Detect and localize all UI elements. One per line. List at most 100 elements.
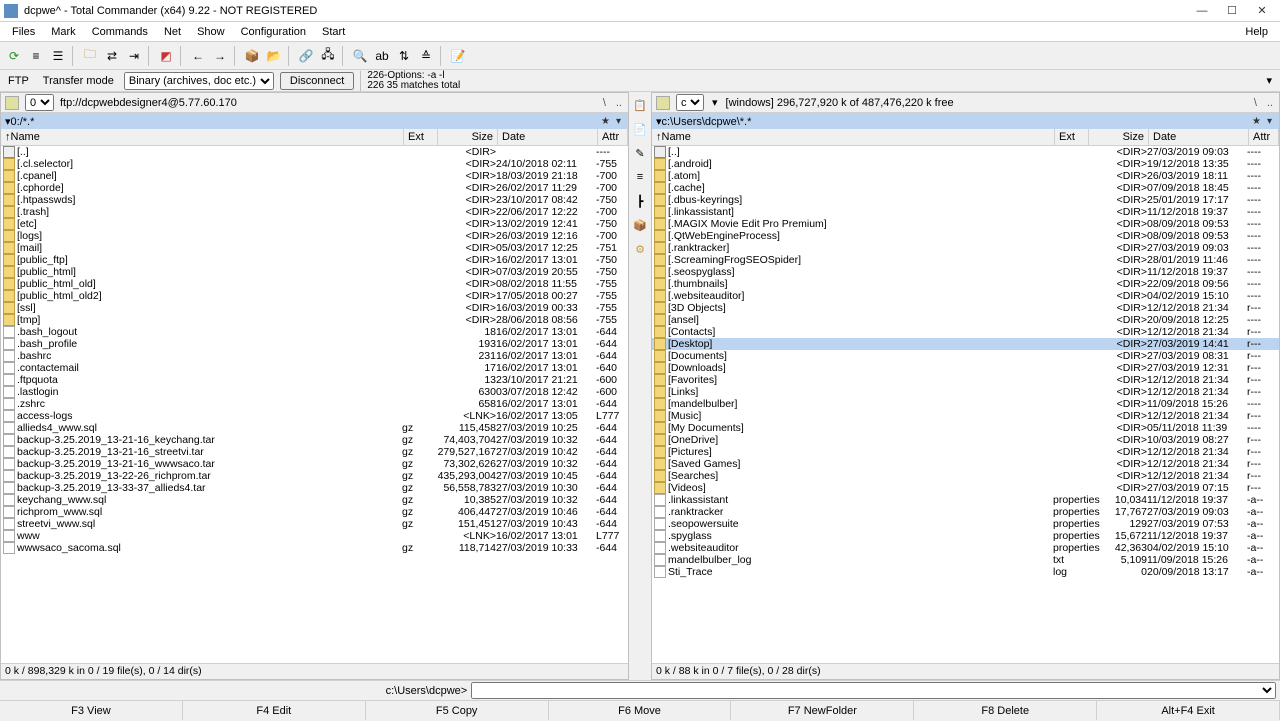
right-column-headers[interactable]: ↑Name Ext Size Date Attr (652, 129, 1279, 146)
file-row[interactable]: [.dbus-keyrings]<DIR>25/01/2019 17:17---… (652, 194, 1279, 206)
file-row[interactable]: [.ScreamingFrogSEOSpider]<DIR>28/01/2019… (652, 254, 1279, 266)
file-row[interactable]: [Searches]<DIR>12/12/2018 21:34r--- (652, 470, 1279, 482)
file-row[interactable]: [3D Objects]<DIR>12/12/2018 21:34r--- (652, 302, 1279, 314)
transfer-mode-select[interactable]: Binary (archives, doc etc.) (124, 72, 274, 90)
history-icon[interactable]: ▾ (613, 116, 624, 127)
file-row[interactable]: [logs]<DIR>26/03/2019 12:16-700 (1, 230, 628, 242)
file-row[interactable]: .seopowersuiteproperties12927/03/2019 07… (652, 518, 1279, 530)
file-row[interactable]: wwwsaco_sacoma.sqlgz118,71427/03/2019 10… (1, 542, 628, 554)
file-row[interactable]: access-logs<LNK>16/02/2017 13:05L777 (1, 410, 628, 422)
fkey-alt+f4[interactable]: Alt+F4 Exit (1097, 701, 1280, 720)
file-row[interactable]: Sti_Tracelog020/09/2018 13:17-a-- (652, 566, 1279, 578)
col-size[interactable]: Size (438, 129, 498, 145)
ftp-new-icon[interactable]: 🖧 (318, 46, 338, 66)
menu-start[interactable]: Start (314, 24, 353, 40)
file-row[interactable]: [.seospyglass]<DIR>11/12/2018 19:37---- (652, 266, 1279, 278)
file-row[interactable]: [Videos]<DIR>27/03/2019 07:15r--- (652, 482, 1279, 494)
file-row[interactable]: [.cl.selector]<DIR>24/10/2018 02:11-755 (1, 158, 628, 170)
unpack-icon[interactable]: 📂 (264, 46, 284, 66)
file-row[interactable]: .bash_logout1816/02/2017 13:01-644 (1, 326, 628, 338)
favorites-icon[interactable]: ★ (1249, 116, 1264, 127)
ftp-dropdown-icon[interactable]: ▾ (1262, 74, 1276, 87)
fkey-f7[interactable]: F7 NewFolder (731, 701, 914, 720)
compare-icon[interactable]: ≙ (416, 46, 436, 66)
col-name[interactable]: ↑Name (652, 129, 1055, 145)
swap-icon[interactable]: ⇄ (102, 46, 122, 66)
fkey-f8[interactable]: F8 Delete (914, 701, 1097, 720)
file-row[interactable]: [.atom]<DIR>26/03/2019 18:11---- (652, 170, 1279, 182)
menu-mark[interactable]: Mark (43, 24, 83, 40)
file-row[interactable]: [.android]<DIR>19/12/2018 13:35---- (652, 158, 1279, 170)
col-attr[interactable]: Attr (598, 129, 628, 145)
file-row[interactable]: [Favorites]<DIR>12/12/2018 21:34r--- (652, 374, 1279, 386)
command-input[interactable] (471, 682, 1276, 699)
maximize-button[interactable]: ☐ (1218, 2, 1246, 20)
full-view-icon[interactable]: ☰ (48, 46, 68, 66)
left-file-list[interactable]: [..]<DIR>----[.cl.selector]<DIR>24/10/20… (1, 146, 628, 663)
pack-icon[interactable]: 📦 (242, 46, 262, 66)
file-row[interactable]: streetvi_www.sqlgz151,45127/03/2019 10:4… (1, 518, 628, 530)
file-row[interactable]: [Links]<DIR>12/12/2018 21:34r--- (652, 386, 1279, 398)
file-row[interactable]: backup-3.25.2019_13-21-16_streetvi.targz… (1, 446, 628, 458)
file-row[interactable]: [public_html_old]<DIR>08/02/2018 11:55-7… (1, 278, 628, 290)
search-icon[interactable]: 🔍 (350, 46, 370, 66)
file-row[interactable]: [.linkassistant]<DIR>11/12/2018 19:37---… (652, 206, 1279, 218)
edit-icon[interactable]: ✎ (631, 144, 649, 162)
file-row[interactable]: [.websiteauditor]<DIR>04/02/2019 15:10--… (652, 290, 1279, 302)
menu-help[interactable]: Help (1237, 24, 1276, 40)
file-row[interactable]: [.MAGIX Movie Edit Pro Premium]<DIR>08/0… (652, 218, 1279, 230)
multi-rename-icon[interactable]: ab (372, 46, 392, 66)
file-row[interactable]: .ftpquota1323/10/2017 21:21-600 (1, 374, 628, 386)
ftp-connect-icon[interactable]: 🔗 (296, 46, 316, 66)
file-row[interactable]: .spyglassproperties15,67211/12/2018 19:3… (652, 530, 1279, 542)
file-row[interactable]: [Saved Games]<DIR>12/12/2018 21:34r--- (652, 458, 1279, 470)
fkey-f4[interactable]: F4 Edit (183, 701, 366, 720)
file-row[interactable]: [..]<DIR>27/03/2019 09:03---- (652, 146, 1279, 158)
file-row[interactable]: [public_ftp]<DIR>16/02/2017 13:01-750 (1, 254, 628, 266)
file-row[interactable]: [.cache]<DIR>07/09/2018 18:45---- (652, 182, 1279, 194)
file-row[interactable]: www<LNK>16/02/2017 13:01L777 (1, 530, 628, 542)
minimize-button[interactable]: — (1188, 2, 1216, 20)
root-button[interactable]: \ (1252, 97, 1259, 109)
col-name[interactable]: ↑Name (1, 129, 404, 145)
file-row[interactable]: keychang_www.sqlgz10,38527/03/2019 10:32… (1, 494, 628, 506)
file-row[interactable]: .contactemail1716/02/2017 13:01-640 (1, 362, 628, 374)
file-row[interactable]: [etc]<DIR>13/02/2019 12:41-750 (1, 218, 628, 230)
left-drive-select[interactable]: 0 (25, 94, 54, 111)
root-button[interactable]: \ (601, 97, 608, 109)
file-row[interactable]: richprom_www.sqlgz406,44727/03/2019 10:4… (1, 506, 628, 518)
file-row[interactable]: [.cphorde]<DIR>26/02/2017 11:29-700 (1, 182, 628, 194)
file-row[interactable]: [Downloads]<DIR>27/03/2019 12:31r--- (652, 362, 1279, 374)
col-attr[interactable]: Attr (1249, 129, 1279, 145)
pack-icon-v[interactable]: 📦 (631, 216, 649, 234)
file-row[interactable]: [mail]<DIR>05/03/2017 12:25-751 (1, 242, 628, 254)
fkey-f5[interactable]: F5 Copy (366, 701, 549, 720)
file-row[interactable]: [Contacts]<DIR>12/12/2018 21:34r--- (652, 326, 1279, 338)
file-row[interactable]: .lastlogin63003/07/2018 12:42-600 (1, 386, 628, 398)
left-pathbar[interactable]: ▾0:/*.* ★ ▾ (1, 113, 628, 129)
fkey-f3[interactable]: F3 View (0, 701, 183, 720)
file-row[interactable]: [tmp]<DIR>28/06/2018 08:56-755 (1, 314, 628, 326)
file-row[interactable]: [.trash]<DIR>22/06/2017 12:22-700 (1, 206, 628, 218)
menu-files[interactable]: Files (4, 24, 43, 40)
col-ext[interactable]: Ext (1055, 129, 1089, 145)
file-row[interactable]: backup-3.25.2019_13-33-37_allieds4.targz… (1, 482, 628, 494)
invert-icon[interactable]: ◩ (156, 46, 176, 66)
forward-icon[interactable]: → (210, 46, 230, 66)
history-icon[interactable]: ▾ (1264, 116, 1275, 127)
refresh-icon[interactable]: ⟳ (4, 46, 24, 66)
sync-icon[interactable]: ⇅ (394, 46, 414, 66)
file-row[interactable]: [.QtWebEngineProcess]<DIR>08/09/2018 09:… (652, 230, 1279, 242)
close-button[interactable]: ✕ (1248, 2, 1276, 20)
file-row[interactable]: [public_html]<DIR>07/03/2019 20:55-750 (1, 266, 628, 278)
parent-button[interactable]: .. (1265, 97, 1275, 109)
left-column-headers[interactable]: ↑Name Ext Size Date Attr (1, 129, 628, 146)
copy-names-icon[interactable]: 📋 (631, 96, 649, 114)
right-pathbar[interactable]: ▾c:\Users\dcpwe\*.* ★ ▾ (652, 113, 1279, 129)
file-row[interactable]: .bash_profile19316/02/2017 13:01-644 (1, 338, 628, 350)
file-row[interactable]: [Documents]<DIR>27/03/2019 08:31r--- (652, 350, 1279, 362)
file-row[interactable]: .zshrc65816/02/2017 13:01-644 (1, 398, 628, 410)
disconnect-button[interactable]: Disconnect (280, 72, 354, 90)
menu-net[interactable]: Net (156, 24, 189, 40)
drive-dropdown-icon[interactable]: ▾ (710, 96, 720, 109)
